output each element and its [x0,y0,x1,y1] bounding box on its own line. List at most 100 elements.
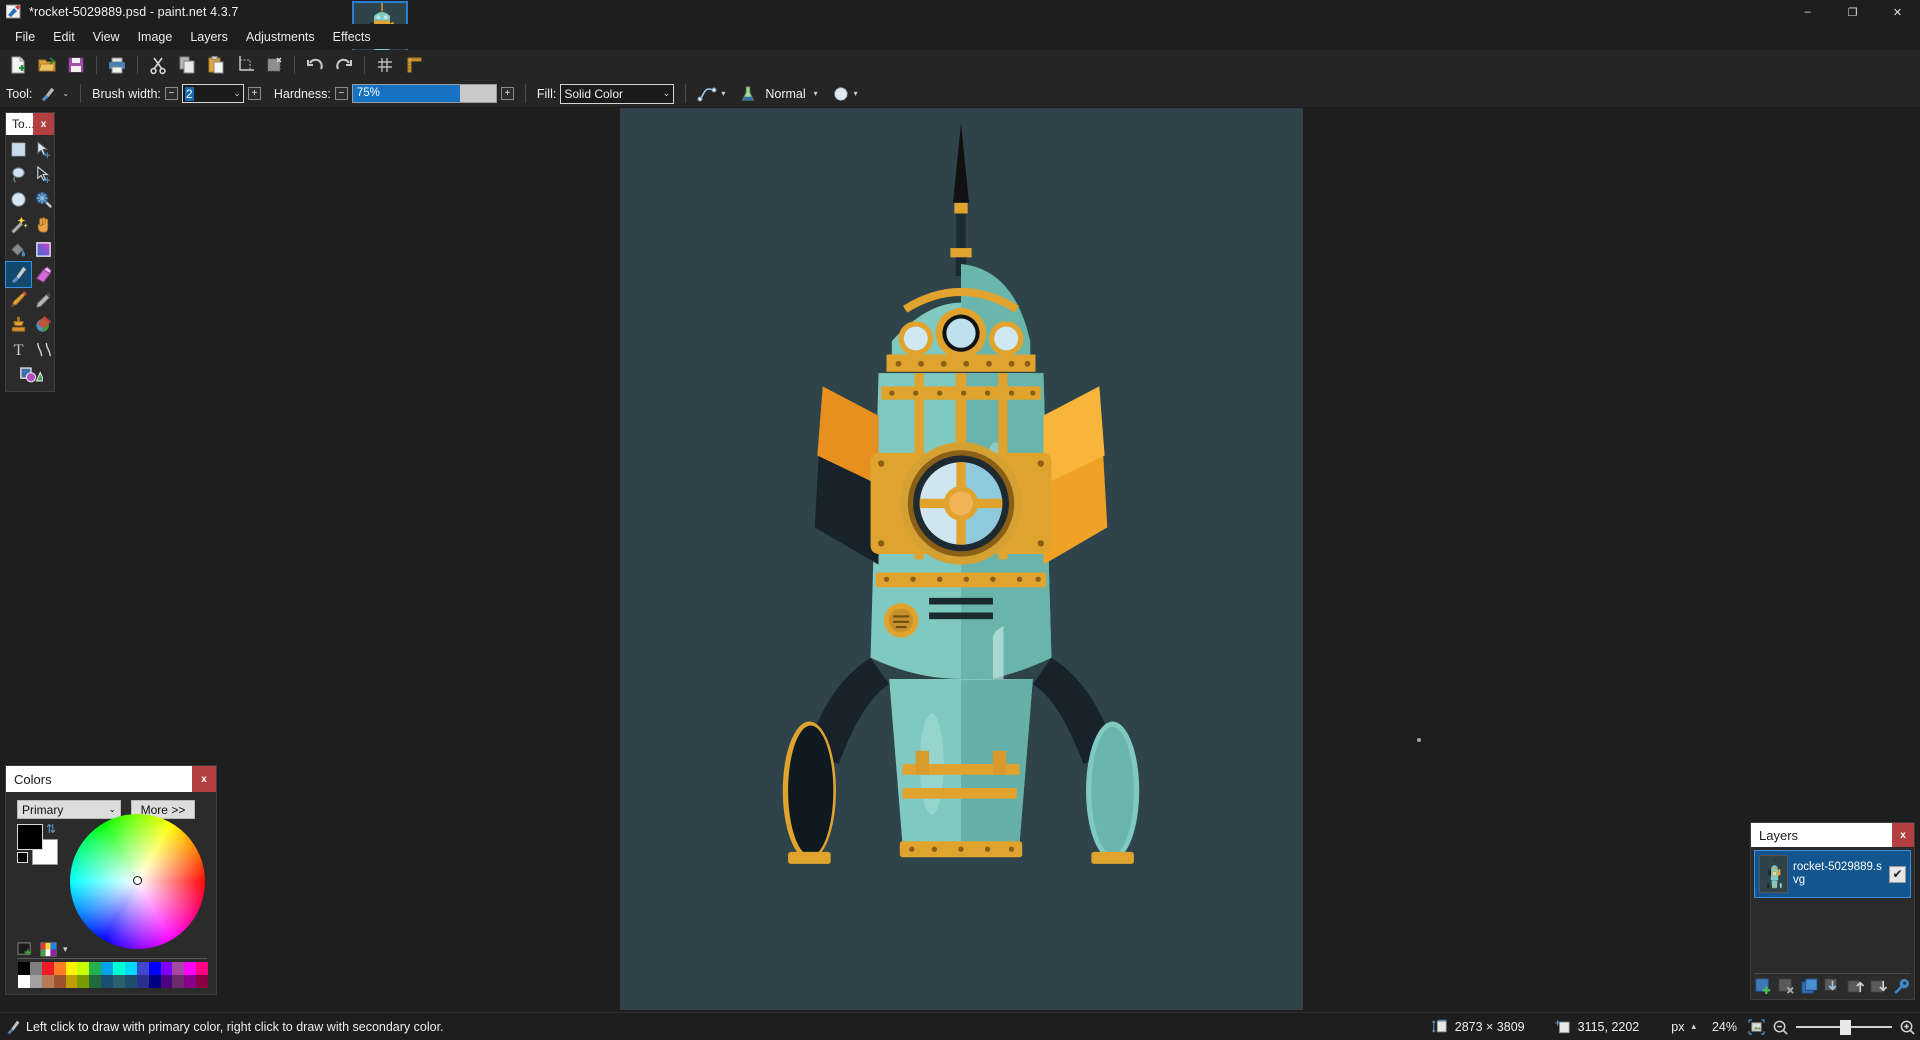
palette-swatch[interactable] [184,975,196,988]
color-palette[interactable] [18,962,208,988]
fit-to-window-icon[interactable] [1744,1019,1765,1035]
tool-dropdown-arrow-icon[interactable]: ⌄ [62,89,69,98]
menu-effects[interactable]: Effects [324,26,380,48]
menu-layers[interactable]: Layers [181,26,237,48]
palette-swatch[interactable] [196,975,208,988]
palette-swatch[interactable] [137,962,149,975]
save-button[interactable] [62,52,90,78]
palette-swatch[interactable] [149,975,161,988]
layer-list-item[interactable]: rocket-5029889.svg ✔ [1754,850,1911,898]
image-canvas[interactable] [621,108,1302,1009]
hardness-increment-button[interactable]: + [501,87,514,100]
new-button[interactable] [4,52,32,78]
palette-swatch[interactable] [77,975,89,988]
recolor-tool[interactable] [31,312,56,337]
palette-swatch[interactable] [77,962,89,975]
palette-swatch[interactable] [125,962,137,975]
zoom-out-icon[interactable] [1772,1019,1789,1035]
pencil-tool[interactable] [6,287,31,312]
move-layer-up-button[interactable] [1845,977,1865,997]
layers-panel-close-button[interactable]: x [1892,823,1914,847]
palette-swatch[interactable] [30,962,42,975]
menu-edit[interactable]: Edit [44,26,84,48]
close-button[interactable]: ✕ [1875,0,1920,24]
brush-width-input[interactable]: 2 ⌄ [182,84,244,103]
line-curve-tool[interactable] [31,337,56,362]
palette-swatch[interactable] [172,962,184,975]
open-button[interactable] [33,52,61,78]
palette-swatch[interactable] [196,962,208,975]
clone-stamp-tool[interactable] [6,312,31,337]
blend-mode-value[interactable]: Normal [761,87,809,101]
canvas-area[interactable] [60,108,1920,1012]
delete-layer-button[interactable] [1777,977,1797,997]
palette-dropdown-arrow-icon[interactable]: ▾ [63,944,68,955]
palette-swatch[interactable] [101,962,113,975]
units-dropdown-arrow-icon[interactable]: ▴ [1691,1021,1696,1032]
reset-colors-icon[interactable] [17,852,28,863]
color-picker-tool[interactable] [31,287,56,312]
brush-width-increment-button[interactable]: + [248,87,261,100]
add-new-layer-button[interactable] [1754,977,1774,997]
eraser-tool[interactable] [31,262,56,287]
minimize-button[interactable]: – [1785,0,1830,24]
tools-panel-close-button[interactable]: x [33,113,54,135]
hardness-decrement-button[interactable]: − [335,87,348,100]
palette-swatch[interactable] [42,975,54,988]
rectangle-select-tool[interactable] [6,137,31,162]
palette-swatch[interactable] [66,975,78,988]
palette-swatch[interactable] [89,962,101,975]
palette-swatch[interactable] [42,962,54,975]
sampling-dropdown-arrow-icon[interactable]: ▾ [854,89,858,98]
layer-visibility-checkbox[interactable]: ✔ [1889,866,1906,883]
move-selected-tool[interactable] [31,137,56,162]
swap-colors-icon[interactable]: ⇅ [46,822,56,836]
merge-layer-down-button[interactable] [1823,977,1843,997]
antialiasing-dropdown-arrow-icon[interactable]: ▾ [721,89,725,98]
text-tool[interactable]: T [6,337,31,362]
zoom-slider[interactable] [1796,1019,1892,1035]
palette-swatch[interactable] [113,975,125,988]
palette-swatch[interactable] [149,962,161,975]
sampling-icon[interactable] [832,85,850,103]
palette-swatch[interactable] [137,975,149,988]
lasso-select-tool[interactable] [6,162,31,187]
palette-swatch[interactable] [161,962,173,975]
print-button[interactable] [103,52,131,78]
palette-swatch[interactable] [18,962,30,975]
fill-dropdown[interactable]: Solid Color ⌄ [560,84,674,104]
copy-button[interactable] [173,52,201,78]
redo-button[interactable] [330,52,358,78]
maximize-button[interactable]: ❐ [1830,0,1875,24]
paintbrush-tool[interactable] [6,262,31,287]
menu-adjustments[interactable]: Adjustments [237,26,324,48]
layer-properties-button[interactable] [1891,977,1911,997]
palette-swatch[interactable] [125,975,137,988]
toggle-grid-button[interactable] [371,52,399,78]
palette-swatch[interactable] [54,962,66,975]
ellipse-select-tool[interactable] [6,187,31,212]
toggle-rulers-button[interactable] [400,52,428,78]
crop-to-selection-button[interactable] [231,52,259,78]
pan-tool[interactable] [31,212,56,237]
palette-swatch[interactable] [101,975,113,988]
cut-button[interactable] [144,52,172,78]
menu-file[interactable]: File [6,26,44,48]
hardness-slider[interactable]: 75% [352,84,497,103]
duplicate-layer-button[interactable] [1800,977,1820,997]
add-palette-color-icon[interactable] [17,942,34,957]
palette-swatch[interactable] [113,962,125,975]
palette-swatch[interactable] [172,975,184,988]
menu-view[interactable]: View [84,26,129,48]
deselect-all-button[interactable] [260,52,288,78]
color-mode-dropdown[interactable]: Primary ⌄ [17,800,121,819]
blend-mode-dropdown-arrow-icon[interactable]: ▾ [814,89,818,98]
brush-width-dropdown-arrow-icon[interactable]: ⌄ [233,88,241,99]
antialiasing-icon[interactable] [697,86,717,102]
palette-swatch[interactable] [89,975,101,988]
palette-swatch[interactable] [30,975,42,988]
colors-panel-close-button[interactable]: x [192,766,216,792]
shapes-tool[interactable] [19,362,44,387]
menu-image[interactable]: Image [129,26,182,48]
palette-swatch[interactable] [161,975,173,988]
